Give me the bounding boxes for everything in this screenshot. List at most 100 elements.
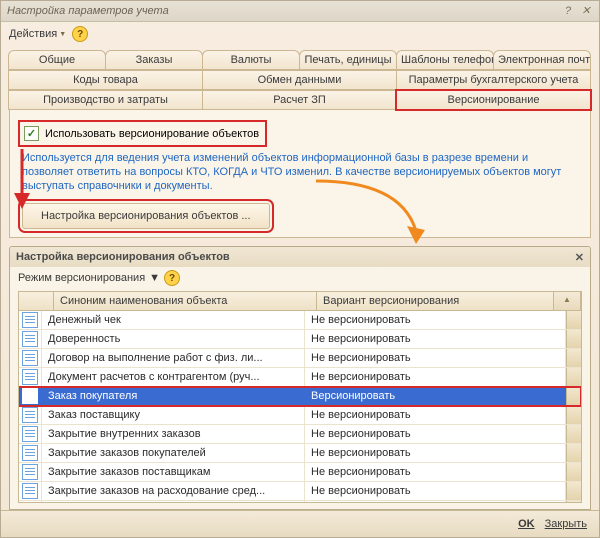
table-row[interactable]: Закрытие заказов на расходование сред...… [19, 482, 581, 501]
configure-versioning-button[interactable]: Настройка версионирования объектов ... [22, 203, 270, 229]
toolbar: Действия ▼ ? [1, 22, 599, 46]
tab-codes[interactable]: Коды товара [8, 70, 203, 90]
row-name: Документ расчетов с контрагентом (руч... [42, 368, 305, 386]
tab-currencies[interactable]: Валюты [202, 50, 300, 70]
tab-exchange[interactable]: Обмен данными [202, 70, 397, 90]
checkbox-label: Использовать версионирование объектов [45, 128, 259, 140]
col-name[interactable]: Синоним наименования объекта [54, 292, 317, 310]
table-row[interactable]: Договор на выполнение работ с физ. ли...… [19, 349, 581, 368]
objects-grid: Синоним наименования объекта Вариант вер… [18, 291, 582, 503]
actions-menu[interactable]: Действия ▼ [9, 28, 66, 40]
tab-versioning[interactable]: Версионирование [396, 90, 591, 110]
row-variant: Версионировать [305, 387, 566, 405]
row-name: Денежный чек [42, 311, 305, 329]
row-name: Договор на выполнение работ с физ. ли... [42, 349, 305, 367]
panel-close-icon[interactable]: ✕ [575, 251, 584, 264]
row-variant: Не версионировать [305, 349, 566, 367]
help-titlebar-icon[interactable]: ? [561, 4, 575, 18]
document-icon [22, 350, 38, 366]
tab-salary[interactable]: Расчет ЗП [202, 90, 397, 110]
row-icon [19, 368, 42, 386]
tab-accounting[interactable]: Параметры бухгалтерского учета [396, 70, 591, 90]
table-row[interactable]: ДоверенностьНе версионировать [19, 330, 581, 349]
scrollbar[interactable] [566, 425, 581, 443]
grid-header: Синоним наименования объекта Вариант вер… [19, 292, 581, 311]
row-variant: Не версионировать [305, 501, 566, 502]
document-icon [22, 407, 38, 423]
ok-button[interactable]: OK [518, 518, 535, 530]
table-row[interactable]: Закрытие месяцаНе версионировать [19, 501, 581, 502]
document-icon [22, 445, 38, 461]
row-variant: Не версионировать [305, 406, 566, 424]
row-icon [19, 482, 42, 500]
table-row[interactable]: Заказ покупателяВерсионировать [19, 387, 581, 406]
table-row[interactable]: Денежный чекНе версионировать [19, 311, 581, 330]
document-icon [22, 388, 38, 404]
use-versioning-checkbox[interactable]: ✓ Использовать версионирование объектов [22, 124, 263, 143]
row-variant: Не версионировать [305, 368, 566, 386]
document-icon [22, 331, 38, 347]
row-variant: Не версионировать [305, 463, 566, 481]
tab-content: ✓ Использовать версионирование объектов … [9, 110, 591, 238]
tabs: Общие Заказы Валюты Печать, единицы Шабл… [1, 46, 599, 238]
row-name: Доверенность [42, 330, 305, 348]
panel-titlebar: Настройка версионирования объектов ✕ [10, 247, 590, 267]
chevron-down-icon: ▼ [59, 31, 66, 38]
scrollbar[interactable] [566, 406, 581, 424]
footer: OK Закрыть [1, 510, 599, 537]
row-name: Заказ поставщику [42, 406, 305, 424]
tab-email[interactable]: Электронная почта [493, 50, 591, 70]
help-icon[interactable]: ? [72, 26, 88, 42]
close-button[interactable]: Закрыть [545, 518, 587, 530]
document-icon [22, 483, 38, 499]
scrollbar[interactable] [566, 444, 581, 462]
col-variant[interactable]: Вариант версионирования [317, 292, 554, 310]
document-icon [22, 369, 38, 385]
chevron-down-icon[interactable]: ▼ [149, 272, 160, 284]
row-name: Закрытие заказов поставщикам [42, 463, 305, 481]
table-row[interactable]: Закрытие заказов поставщикамНе версионир… [19, 463, 581, 482]
table-row[interactable]: Закрытие заказов покупателейНе версионир… [19, 444, 581, 463]
tab-orders[interactable]: Заказы [105, 50, 203, 70]
row-icon [19, 463, 42, 481]
checkbox-icon: ✓ [24, 126, 39, 141]
mode-label: Режим версионирования [18, 272, 145, 284]
document-icon [22, 312, 38, 328]
tab-general[interactable]: Общие [8, 50, 106, 70]
table-row[interactable]: Заказ поставщикуНе версионировать [19, 406, 581, 425]
tab-production[interactable]: Производство и затраты [8, 90, 203, 110]
close-window-icon[interactable]: ✕ [579, 4, 593, 18]
window-title: Настройка параметров учета [7, 5, 169, 17]
table-row[interactable]: Документ расчетов с контрагентом (руч...… [19, 368, 581, 387]
tab-phones[interactable]: Шаблоны телефонов [396, 50, 494, 70]
row-icon [19, 311, 42, 329]
panel-toolbar: Режим версионирования ▼ ? [10, 267, 590, 289]
scrollbar[interactable] [566, 349, 581, 367]
settings-window: Настройка параметров учета ? ✕ Действия … [0, 0, 600, 538]
table-row[interactable]: Закрытие внутренних заказовНе версиониро… [19, 425, 581, 444]
panel-title: Настройка версионирования объектов [16, 251, 230, 263]
row-icon [19, 501, 42, 502]
scrollbar[interactable] [566, 387, 581, 405]
row-icon [19, 444, 42, 462]
scroll-up-icon[interactable]: ▲ [554, 292, 581, 310]
titlebar: Настройка параметров учета ? ✕ [1, 1, 599, 22]
scrollbar[interactable] [566, 368, 581, 386]
row-icon [19, 406, 42, 424]
scrollbar[interactable] [566, 482, 581, 500]
help-icon[interactable]: ? [164, 270, 180, 286]
row-name: Закрытие заказов на расходование сред... [42, 482, 305, 500]
scrollbar[interactable] [566, 501, 581, 502]
row-icon [19, 387, 42, 405]
tab-print[interactable]: Печать, единицы [299, 50, 397, 70]
col-icon[interactable] [19, 292, 54, 310]
versioning-config-panel: Настройка версионирования объектов ✕ Реж… [9, 246, 591, 510]
document-icon [22, 464, 38, 480]
row-variant: Не версионировать [305, 330, 566, 348]
scrollbar[interactable] [566, 311, 581, 329]
scrollbar[interactable] [566, 330, 581, 348]
scrollbar[interactable] [566, 463, 581, 481]
row-variant: Не версионировать [305, 482, 566, 500]
row-name: Заказ покупателя [42, 387, 305, 405]
row-icon [19, 330, 42, 348]
